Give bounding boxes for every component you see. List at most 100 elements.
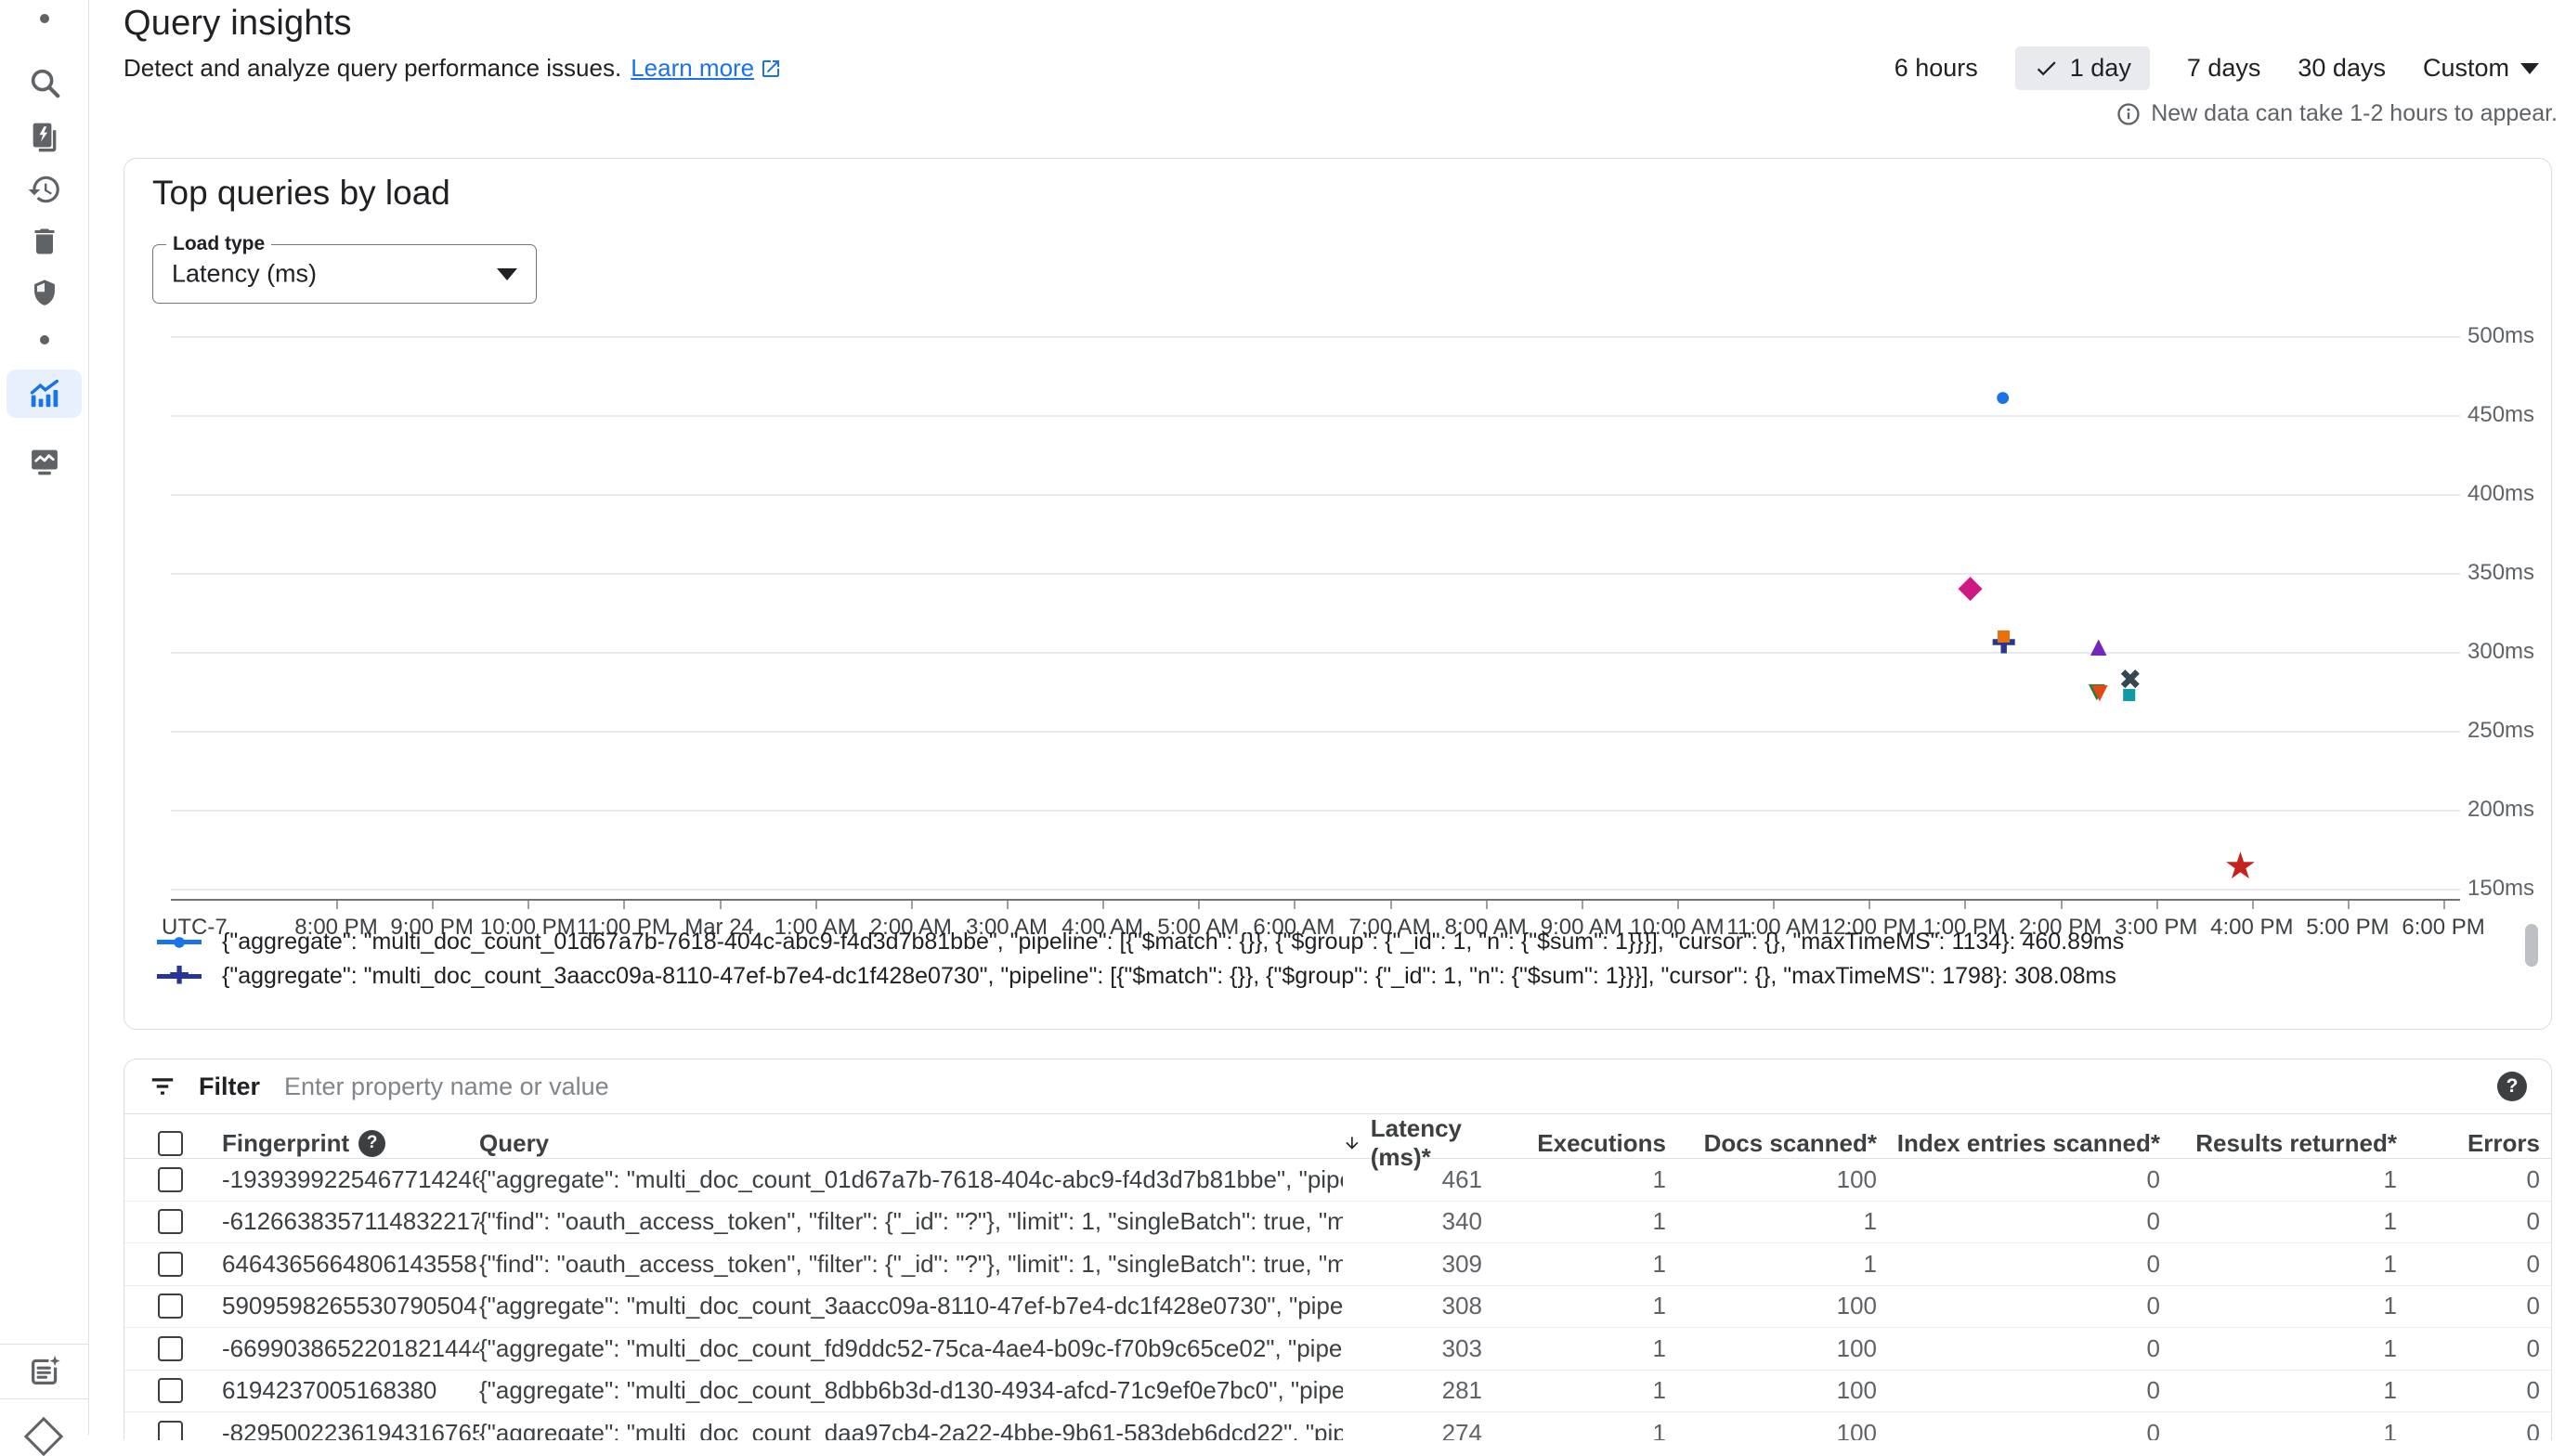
history-icon[interactable]	[27, 172, 62, 207]
errors-cell: 0	[2397, 1165, 2540, 1194]
latency-cell: 340	[1343, 1207, 1482, 1236]
scatter-chart: 500ms450ms400ms350ms300ms250ms200ms150ms…	[124, 159, 2551, 1029]
time-range-6-hours[interactable]: 6 hours	[1894, 54, 1978, 83]
x-tick-mark	[2252, 901, 2254, 909]
query-cell: {"find": "oauth_access_token", "filter":…	[479, 1207, 1343, 1236]
time-range-30-days[interactable]: 30 days	[2298, 54, 2386, 83]
select-all-checkbox[interactable]	[158, 1131, 183, 1156]
x-tick-mark	[432, 901, 434, 909]
x-tick-mark	[527, 901, 529, 909]
system-monitoring-icon[interactable]	[27, 445, 61, 479]
index-entries-cell: 0	[1877, 1376, 2160, 1405]
check-icon	[2034, 56, 2059, 81]
menu-dot-icon[interactable]	[40, 14, 49, 23]
row-checkbox[interactable]	[158, 1421, 183, 1440]
row-checkbox[interactable]	[158, 1378, 183, 1403]
edit-icon-partial[interactable]	[24, 1417, 63, 1456]
left-nav	[0, 0, 89, 1435]
errors-cell: 0	[2397, 1292, 2540, 1320]
table-row: -8295002236194316765{"aggregate": "multi…	[124, 1412, 2551, 1440]
docs-scanned-cell: 100	[1666, 1165, 1877, 1194]
header-errors[interactable]: Errors	[2397, 1129, 2540, 1158]
release-notes-icon[interactable]	[27, 1355, 61, 1389]
legend-item[interactable]: ● {"aggregate": "multi_doc_count_01d67a7b…	[157, 927, 2124, 956]
index-entries-cell: 0	[1877, 1334, 2160, 1363]
marker-triangle-up[interactable]: ▲	[2085, 633, 2113, 661]
security-shield-icon[interactable]	[28, 278, 60, 310]
header-results-returned[interactable]: Results returned*	[2160, 1129, 2397, 1158]
legend-item[interactable]: ✚{"aggregate": "multi_doc_count_3aacc09a…	[157, 961, 2116, 991]
query-cell: {"aggregate": "multi_doc_count_3aacc09a-…	[479, 1292, 1343, 1320]
page-title: Query insights	[124, 4, 352, 44]
latency-cell: 303	[1343, 1334, 1482, 1363]
search-icon[interactable]	[27, 65, 62, 100]
header-docs-scanned[interactable]: Docs scanned*	[1666, 1129, 1877, 1158]
row-checkbox[interactable]	[158, 1167, 183, 1192]
x-tick-mark	[1486, 901, 1488, 909]
time-range-custom[interactable]: Custom	[2423, 54, 2539, 83]
import-docs-icon[interactable]	[27, 121, 61, 155]
results-returned-cell: 1	[2160, 1419, 2397, 1440]
marker-diamond[interactable]: ◆	[1958, 571, 1982, 603]
x-tick-mark	[2061, 901, 2063, 909]
legend-scrollbar-thumb[interactable]	[2525, 924, 2538, 967]
chevron-down-icon	[2520, 63, 2539, 74]
y-tick-label: 350ms	[2467, 560, 2534, 586]
time-range-1-day[interactable]: 1 day	[2015, 46, 2150, 90]
index-entries-cell: 0	[1877, 1419, 2160, 1440]
y-tick-label: 500ms	[2467, 323, 2534, 349]
marker-square[interactable]: ■	[2122, 682, 2137, 707]
table-row: 6194237005168380{"aggregate": "multi_doc…	[124, 1371, 2551, 1413]
legend-text: {"aggregate": "multi_doc_count_3aacc09a-…	[222, 963, 2116, 990]
marker-circle[interactable]: ●	[1995, 384, 2012, 411]
query-insights-icon[interactable]	[27, 376, 62, 411]
results-returned-cell: 1	[2160, 1207, 2397, 1236]
query-cell: {"aggregate": "multi_doc_count_8dbb6b3d-…	[479, 1376, 1343, 1405]
header-fingerprint[interactable]: Fingerprint?	[222, 1129, 479, 1158]
y-tick-label: 400ms	[2467, 481, 2534, 507]
filter-input[interactable]	[282, 1072, 2475, 1102]
query-cell: {"aggregate": "multi_doc_count_01d67a7b-…	[479, 1165, 1343, 1194]
x-tick-mark	[1868, 901, 1870, 909]
marker-square[interactable]: ■	[1997, 624, 2012, 649]
row-checkbox[interactable]	[158, 1294, 183, 1319]
menu-dot-icon[interactable]	[40, 335, 49, 344]
trash-icon[interactable]	[28, 225, 61, 258]
marker-triangle-down[interactable]: ▼	[2086, 679, 2114, 707]
time-range-7-days[interactable]: 7 days	[2187, 54, 2261, 83]
gridline	[171, 731, 2460, 733]
latency-cell: 308	[1343, 1292, 1482, 1320]
header-index-entries[interactable]: Index entries scanned*	[1877, 1129, 2160, 1158]
header-latency[interactable]: Latency (ms)*	[1343, 1114, 1482, 1172]
table-row: -6699038652201821444{"aggregate": "multi…	[124, 1328, 2551, 1371]
row-checkbox[interactable]	[158, 1252, 183, 1277]
gridline	[171, 810, 2460, 812]
legend-text: {"aggregate": "multi_doc_count_01d67a7b-…	[222, 929, 2124, 956]
filter-bar: Filter ?	[124, 1060, 2551, 1113]
gridline	[171, 415, 2460, 417]
legend-marker-circle: ●	[157, 927, 202, 956]
marker-star[interactable]: ★	[2223, 848, 2257, 885]
index-entries-cell: 0	[1877, 1207, 2160, 1236]
learn-more-link[interactable]: Learn more	[631, 54, 782, 83]
x-tick-mark	[336, 901, 338, 909]
query-insights-page: { "page": { "title": "Query insights", "…	[0, 0, 2565, 1435]
x-tick-mark	[1582, 901, 1583, 909]
y-tick-label: 150ms	[2467, 876, 2534, 902]
x-axis-line	[171, 899, 2460, 901]
x-tick-mark	[1390, 901, 1392, 909]
header-query[interactable]: Query	[479, 1129, 1343, 1158]
x-tick-mark	[623, 901, 625, 909]
query-cell: {"find": "oauth_access_token", "filter":…	[479, 1250, 1343, 1279]
gridline	[171, 889, 2460, 890]
latency-cell: 274	[1343, 1419, 1482, 1440]
fingerprint-help-icon[interactable]: ?	[358, 1130, 385, 1157]
header-executions[interactable]: Executions	[1482, 1129, 1666, 1158]
page-subtitle: Detect and analyze query performance iss…	[124, 54, 782, 83]
help-icon[interactable]: ?	[2497, 1072, 2527, 1101]
x-tick-mark	[1198, 901, 1200, 909]
row-checkbox[interactable]	[158, 1336, 183, 1361]
errors-cell: 0	[2397, 1334, 2540, 1363]
header-checkbox-cell	[124, 1131, 222, 1156]
row-checkbox[interactable]	[158, 1209, 183, 1234]
